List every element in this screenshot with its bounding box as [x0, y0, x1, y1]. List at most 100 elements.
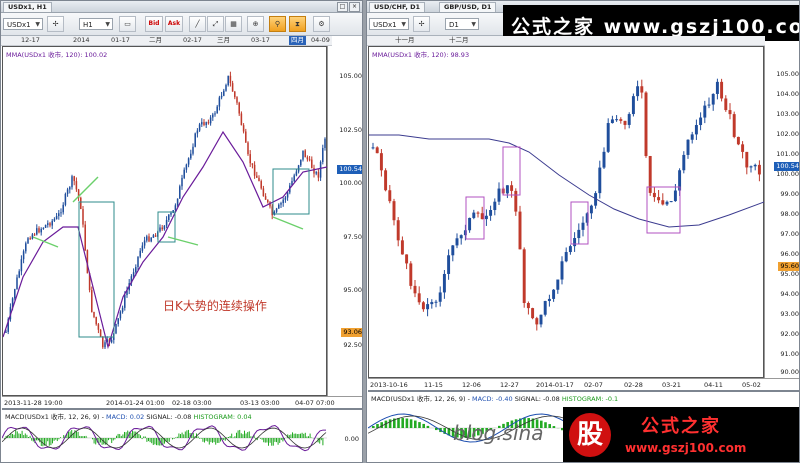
candle-body: [245, 131, 247, 143]
candle-body: [216, 106, 218, 114]
time-label: 十二月: [449, 36, 469, 44]
histogram-bar: [149, 438, 151, 443]
histogram-bar: [397, 418, 400, 428]
price-plot-left[interactable]: MMA(USDx1 收市, 120): 100.02 日K大势的连续操作: [2, 46, 328, 396]
chevron-down-icon: ▼: [105, 21, 110, 28]
candle-body: [258, 177, 260, 182]
candle-body: [212, 114, 214, 118]
candle-body: [102, 336, 104, 348]
tab-usdchf-d1[interactable]: USD/CHF, D1: [369, 2, 425, 12]
candle-body: [602, 151, 606, 168]
histogram-bar: [116, 435, 117, 438]
histogram-bar: [234, 436, 236, 438]
chart-window-left[interactable]: USDx1, H1 □ × USDx1 ▼ ✢ H1 ▼ ▭ Bid Ask ╱ ⤢…: [0, 0, 363, 463]
macd-panel-left[interactable]: MACD(USDx1 收市, 12, 26, 9) - MACD: 0.02 S…: [2, 408, 362, 462]
candle-body: [610, 119, 614, 124]
x-tick: 2014-01-24 01:00: [106, 399, 165, 407]
histogram-bar: [125, 432, 127, 438]
candle-body: [220, 95, 223, 98]
histogram-bar: [197, 436, 199, 438]
candle-body: [192, 146, 194, 154]
price-axis-right[interactable]: 105.00 104.00 103.00 102.00 101.00 100.0…: [764, 46, 799, 378]
candle-body: [286, 192, 289, 198]
histogram-bar: [18, 433, 20, 438]
symbol-select[interactable]: USDx1 ▼: [369, 18, 409, 30]
histogram-bar: [244, 430, 245, 438]
candle-body: [552, 289, 556, 299]
candle-body: [757, 164, 761, 175]
crosshair-button[interactable]: ✢: [47, 16, 64, 32]
candle-body: [117, 318, 119, 325]
candle-body: [69, 187, 71, 190]
candle-body: [256, 175, 258, 178]
candle-body: [302, 150, 304, 160]
settings-icon[interactable]: ⚙: [313, 16, 330, 32]
candle-body: [526, 303, 530, 309]
zoom-button[interactable]: ⊕: [247, 16, 264, 32]
timeframe-select[interactable]: H1 ▼: [79, 18, 113, 30]
histogram-bar: [250, 436, 252, 438]
histogram-bar: [13, 434, 15, 438]
time-axis-right[interactable]: 2013-10-16 11-15 12-06 12-27 2014-01-17 …: [368, 378, 799, 390]
candle-body: [505, 185, 509, 194]
maximize-icon[interactable]: □: [337, 2, 348, 12]
trend-tool-button[interactable]: ⤢: [207, 16, 224, 32]
candle-body: [82, 209, 84, 225]
candle-body: [168, 214, 170, 220]
candle-body: [20, 259, 23, 272]
candle-body: [556, 279, 560, 290]
candle-body: [240, 113, 243, 126]
candle-body: [317, 172, 320, 178]
candle-body: [159, 227, 161, 232]
histogram-bar: [223, 438, 225, 441]
candle-body: [146, 236, 148, 241]
trend-arrow: [32, 236, 59, 248]
bottom-banner-title: 公式之家: [641, 416, 721, 437]
price-axis-left[interactable]: 105.00 102.50 100.00 97.50 95.00 92.50 1…: [327, 46, 362, 396]
hourglass-icon[interactable]: ⧗: [289, 16, 306, 32]
symbol-select[interactable]: USDx1 ▼: [3, 18, 43, 30]
chevron-down-icon: ▼: [471, 21, 476, 28]
candle-body: [25, 243, 27, 252]
timeframe-select[interactable]: D1 ▼: [445, 18, 479, 30]
x-tick: 03-13 03:00: [240, 399, 280, 407]
candle-body: [384, 170, 388, 191]
close-icon[interactable]: ×: [349, 2, 360, 12]
candle-body: [132, 272, 135, 277]
candle-body: [44, 224, 47, 228]
candle-body: [396, 220, 400, 241]
histogram-bar: [306, 436, 308, 438]
candle-body: [55, 216, 58, 220]
candle-body: [315, 172, 317, 174]
candle-body: [379, 153, 383, 171]
histogram-bar: [15, 429, 17, 438]
candle-body: [80, 197, 82, 210]
histogram-bar: [240, 433, 242, 438]
candle-body: [66, 189, 69, 194]
chart-type-button[interactable]: ▭: [119, 16, 136, 32]
candle-body: [201, 122, 203, 125]
histogram-bar: [276, 438, 277, 443]
line-tool-button[interactable]: ╱: [189, 16, 206, 32]
candle-body: [135, 267, 137, 273]
price-plot-right[interactable]: MMA(USDx1 收市, 120): 98.93: [368, 46, 765, 378]
candle-body: [741, 144, 745, 152]
candle-body: [119, 311, 122, 319]
crosshair-button[interactable]: ✢: [413, 16, 430, 32]
candle-body: [95, 316, 97, 325]
histogram-bar: [308, 436, 309, 438]
histogram-bar: [20, 433, 21, 438]
tab-gbpusd-d1[interactable]: GBP/USD, D1: [439, 2, 497, 12]
period-button[interactable]: ▦: [225, 16, 242, 32]
pin-icon[interactable]: ⚲: [269, 16, 286, 32]
bid-button[interactable]: Bid: [145, 16, 163, 32]
candle-body: [143, 240, 146, 246]
chart-window-right[interactable]: USD/CHF, D1 GBP/USD, D1 USDx1 ▼ ✢ D1 ▼ 公式之…: [366, 0, 800, 463]
candle-body: [152, 235, 155, 238]
ask-button[interactable]: Ask: [165, 16, 183, 32]
time-axis-left[interactable]: 2013-11-28 19:00 2014-01-24 01:00 02-18 …: [2, 396, 362, 408]
tab-usdx1-h1[interactable]: USDx1, H1: [3, 2, 52, 12]
x-tick: 04-11: [704, 381, 723, 389]
histogram-bar: [119, 434, 121, 438]
candle-body: [104, 342, 106, 348]
